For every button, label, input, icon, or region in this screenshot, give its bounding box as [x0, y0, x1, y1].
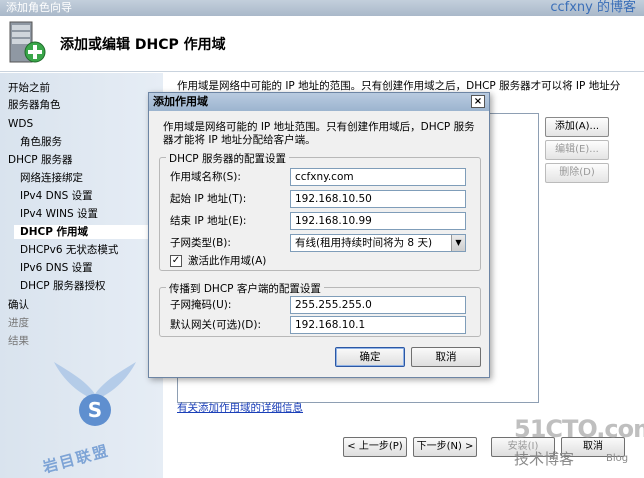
nav-item-progress: 进度: [8, 317, 29, 329]
nav-item-network-binding[interactable]: 网络连接绑定: [20, 171, 83, 185]
scope-name-label: 作用域名称(S):: [170, 171, 241, 183]
scope-name-input[interactable]: ccfxny.com: [290, 168, 466, 186]
dhcp-config-group: DHCP 服务器的配置设置 作用域名称(S): ccfxny.com 起始 IP…: [159, 151, 481, 271]
nav-item-ipv4-dns[interactable]: IPv4 DNS 设置: [20, 189, 93, 203]
nav-item-dhcp-server[interactable]: DHCP 服务器: [8, 153, 72, 167]
nav-item-confirmation[interactable]: 确认: [8, 298, 29, 312]
default-gateway-input[interactable]: 192.168.10.1: [290, 316, 466, 334]
add-scope-button[interactable]: 添加(A)...: [545, 117, 609, 137]
more-info-link[interactable]: 有关添加作用域的详细信息: [177, 400, 303, 415]
group-legend: DHCP 服务器的配置设置: [166, 151, 289, 166]
delete-scope-button[interactable]: 删除(D): [545, 163, 609, 183]
nav-item-dhcp-authorization[interactable]: DHCP 服务器授权: [20, 279, 105, 293]
svg-text:S: S: [88, 398, 102, 422]
start-ip-label: 起始 IP 地址(T):: [170, 193, 247, 205]
end-ip-label: 结束 IP 地址(E):: [170, 215, 247, 227]
dialog-titlebar: 添加作用域 ×: [149, 93, 489, 111]
site-watermark-blog: Blog: [606, 453, 629, 464]
window-titlebar: 添加角色向导: [0, 0, 644, 16]
nav-item-results: 结果: [8, 335, 29, 347]
add-scope-dialog: 添加作用域 × 作用域是网络可能的 IP 地址范围。只有创建作用域后，DHCP …: [148, 92, 490, 378]
wizard-header: 添加或编辑 DHCP 作用域: [0, 16, 644, 72]
page-title: 添加或编辑 DHCP 作用域: [60, 37, 226, 53]
client-config-group: 传播到 DHCP 客户端的配置设置 子网掩码(U): 255.255.255.0…: [159, 281, 481, 337]
next-button[interactable]: 下一步(N) >: [413, 437, 477, 457]
edit-scope-button[interactable]: 编辑(E)...: [545, 140, 609, 160]
site-watermark-sub: 技术博客: [514, 450, 575, 468]
nav-item-ipv6-dns[interactable]: IPv6 DNS 设置: [20, 261, 93, 275]
subnet-mask-input[interactable]: 255.255.255.0: [290, 296, 466, 314]
start-ip-input[interactable]: 192.168.10.50: [290, 190, 466, 208]
nav-item-ipv4-wins[interactable]: IPv4 WINS 设置: [20, 207, 98, 221]
end-ip-input[interactable]: 192.168.10.99: [290, 212, 466, 230]
window-title: 添加角色向导: [6, 1, 72, 14]
nav-item-dhcp-scope[interactable]: DHCP 作用域: [14, 225, 163, 239]
nav-item-dhcpv6-stateless[interactable]: DHCPv6 无状态模式: [20, 243, 118, 257]
activate-scope-checkbox[interactable]: ✓: [170, 255, 182, 267]
blog-watermark: ccfxny 的博客: [550, 0, 636, 15]
nav-item-role-services[interactable]: 角色服务: [20, 135, 62, 149]
default-gateway-label: 默认网关(可选)(D):: [170, 319, 262, 331]
subnet-mask-label: 子网掩码(U):: [170, 299, 232, 311]
dialog-description: 作用域是网络可能的 IP 地址范围。只有创建作用域后，DHCP 服务器才能将 I…: [163, 121, 475, 146]
close-icon[interactable]: ×: [471, 95, 485, 108]
server-add-icon: [9, 21, 46, 63]
subnet-type-label: 子网类型(B):: [170, 237, 231, 249]
nav-item-wds[interactable]: WDS: [8, 117, 33, 131]
group-legend: 传播到 DHCP 客户端的配置设置: [166, 281, 324, 296]
nav-item-before-you-begin[interactable]: 开始之前: [8, 81, 50, 95]
nav-item-server-roles[interactable]: 服务器角色: [8, 98, 61, 112]
ok-button[interactable]: 确定: [335, 347, 405, 367]
activate-scope-label: 激活此作用域(A): [188, 255, 267, 267]
chevron-down-icon[interactable]: ▼: [451, 235, 465, 251]
subnet-type-select[interactable]: 有线(租用持续时间将为 8 天) ▼: [290, 234, 466, 252]
cancel-button[interactable]: 取消: [411, 347, 481, 367]
subnet-type-value: 有线(租用持续时间将为 8 天): [295, 237, 433, 249]
site-watermark: 51CTO.com: [514, 415, 644, 443]
dialog-title: 添加作用域: [153, 95, 208, 108]
prev-button[interactable]: < 上一步(P): [343, 437, 407, 457]
